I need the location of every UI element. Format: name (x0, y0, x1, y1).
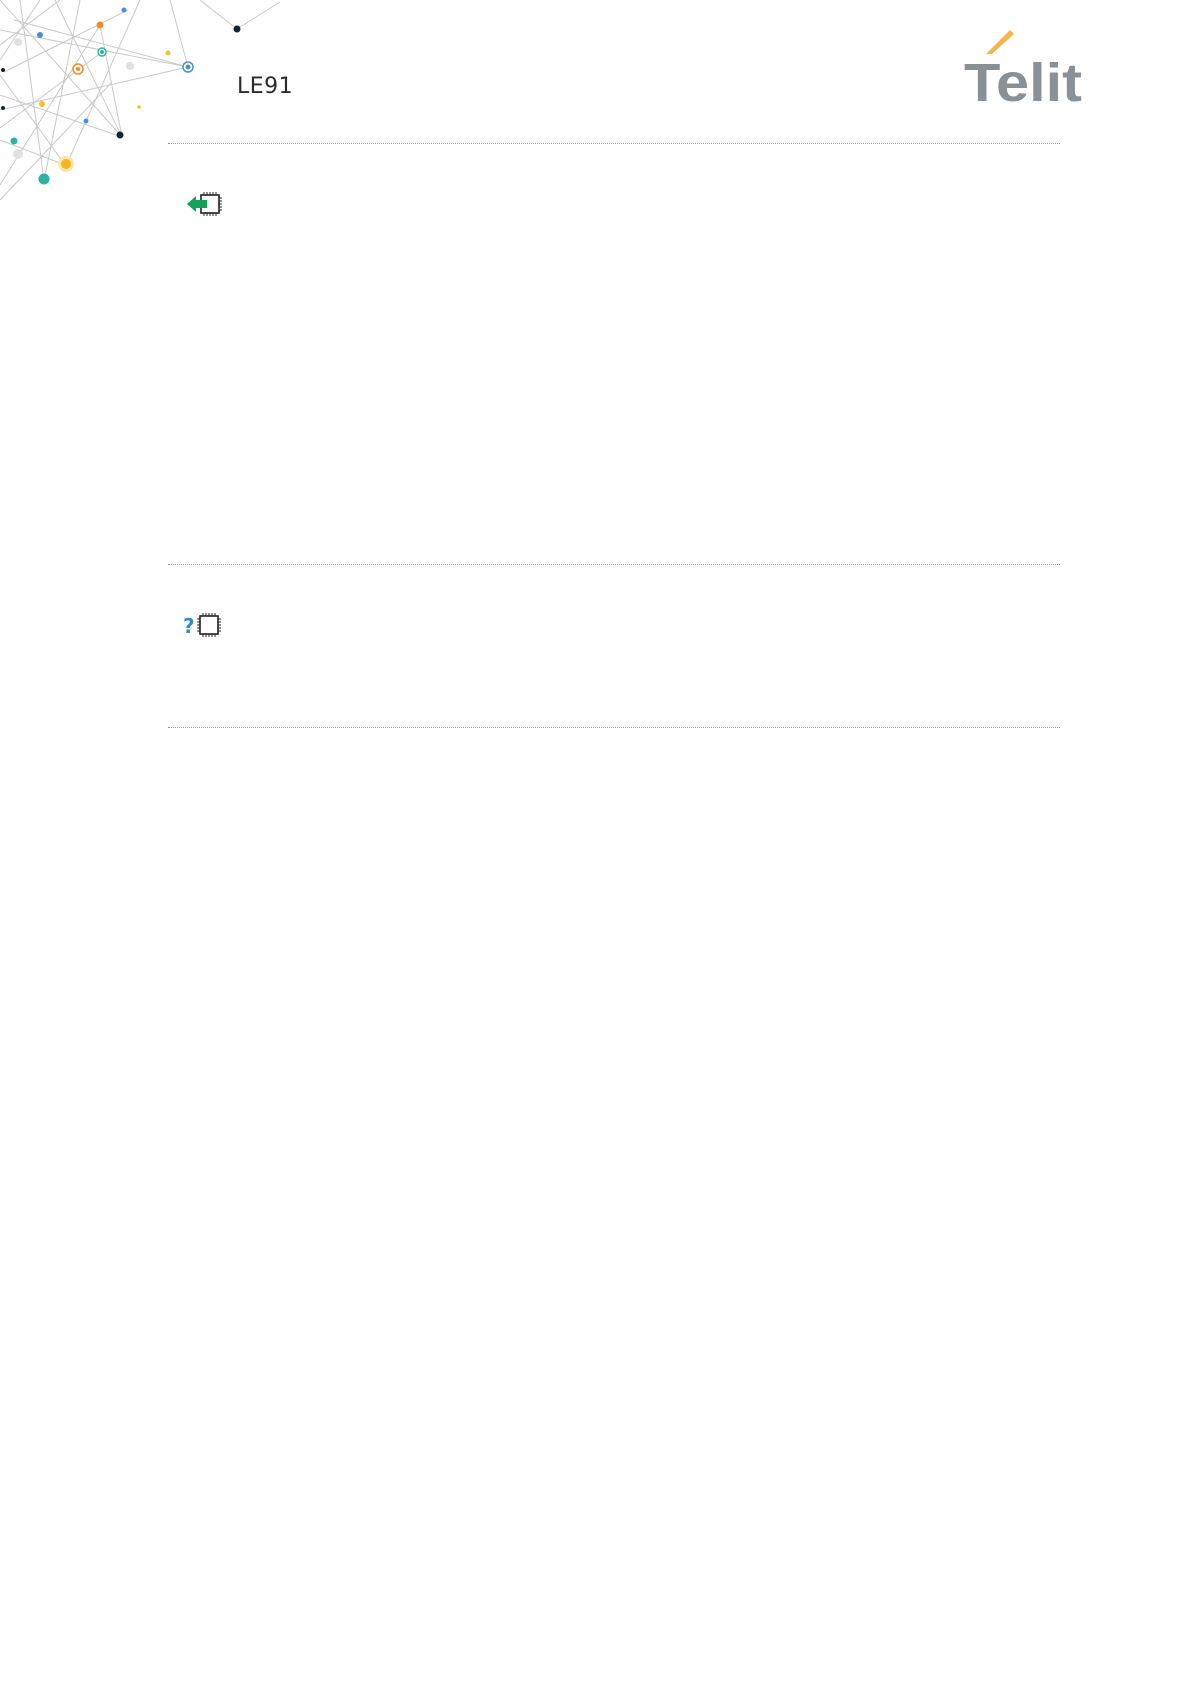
chip-icon (197, 613, 221, 637)
section-separator (168, 727, 1060, 728)
network-dots-decoration (0, 0, 281, 201)
test-command-icon: ? (183, 613, 221, 638)
telit-logo: Telit (964, 30, 1082, 106)
set-command-icon (187, 192, 222, 216)
question-mark-icon: ? (183, 614, 195, 638)
section-separator (168, 564, 1060, 565)
header-product-name: LE91 (237, 74, 294, 99)
brand-name: Telit (964, 53, 1082, 106)
section-separator (168, 143, 1060, 144)
